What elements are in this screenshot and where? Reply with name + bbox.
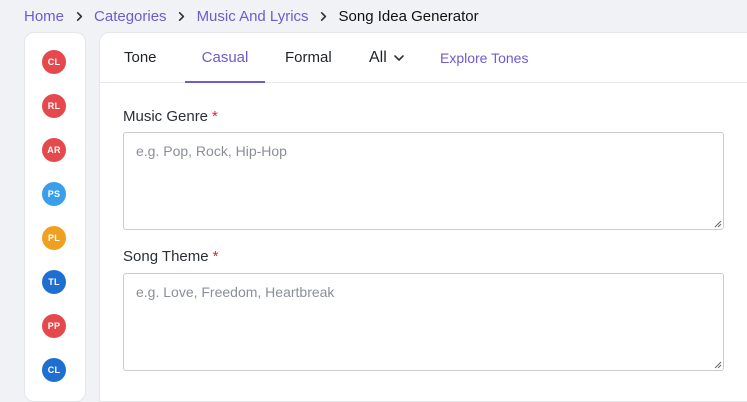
- sidebar: CL RL AR PS PL TL PP CL: [24, 32, 86, 402]
- required-marker: *: [212, 248, 219, 265]
- explore-tones-link[interactable]: Explore Tones: [440, 33, 528, 82]
- music-genre-label: Music Genre *: [123, 108, 218, 125]
- sidebar-avatar[interactable]: CL: [42, 50, 66, 74]
- song-theme-label: Song Theme *: [123, 248, 218, 265]
- tone-dropdown-value: All: [369, 48, 387, 66]
- sidebar-avatar[interactable]: AR: [42, 138, 66, 162]
- sidebar-avatar[interactable]: CL: [42, 358, 66, 382]
- tab-casual[interactable]: Casual: [185, 33, 265, 83]
- breadcrumb-categories[interactable]: Categories: [94, 8, 167, 25]
- sidebar-avatar[interactable]: PL: [42, 226, 66, 250]
- resize-handle-icon[interactable]: [714, 361, 722, 369]
- music-genre-input[interactable]: [123, 132, 724, 230]
- tone-tabs: Tone Casual Formal All Explore Tones: [100, 33, 747, 83]
- chevron-right-icon: [174, 8, 190, 24]
- song-theme-label-text: Song Theme: [123, 248, 209, 265]
- main-panel: Tone Casual Formal All Explore Tones Mus…: [99, 32, 747, 402]
- tone-dropdown[interactable]: All: [369, 33, 405, 82]
- resize-handle-icon[interactable]: [714, 220, 722, 228]
- sidebar-avatar[interactable]: RL: [42, 94, 66, 118]
- chevron-right-icon: [316, 8, 332, 24]
- tone-label: Tone: [124, 49, 157, 66]
- sidebar-avatar[interactable]: PP: [42, 314, 66, 338]
- breadcrumb-current: Song Idea Generator: [338, 7, 479, 25]
- chevron-down-icon: [393, 52, 405, 64]
- music-genre-label-text: Music Genre: [123, 108, 209, 125]
- sidebar-avatar[interactable]: TL: [42, 270, 66, 294]
- breadcrumb-home[interactable]: Home: [24, 8, 64, 25]
- chevron-right-icon: [71, 8, 87, 24]
- tab-formal[interactable]: Formal: [285, 33, 332, 82]
- song-theme-input[interactable]: [123, 273, 724, 371]
- breadcrumb-music-and-lyrics[interactable]: Music And Lyrics: [197, 8, 309, 25]
- required-marker: *: [212, 108, 218, 125]
- breadcrumb: Home Categories Music And Lyrics Song Id…: [24, 6, 479, 26]
- sidebar-avatar[interactable]: PS: [42, 182, 66, 206]
